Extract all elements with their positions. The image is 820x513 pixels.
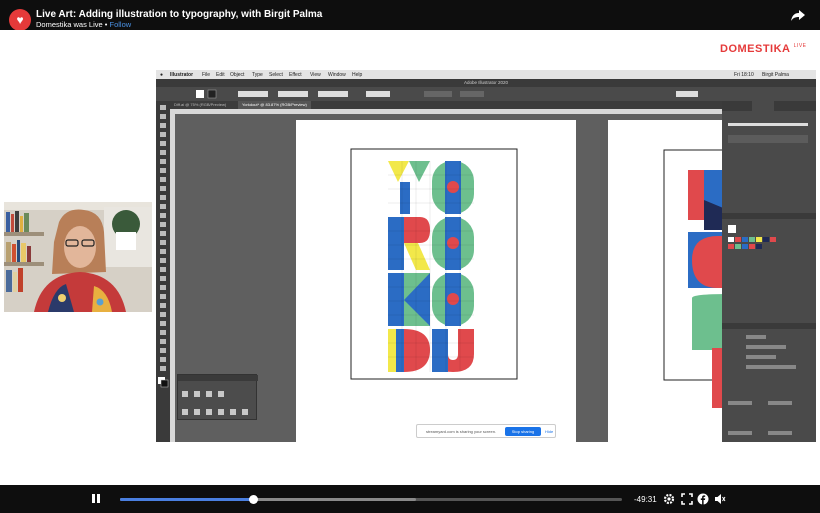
artboard-secondary[interactable]: [608, 120, 745, 442]
seek-bar[interactable]: [120, 495, 622, 504]
time-remaining: -49:31: [634, 495, 657, 504]
tab-diff[interactable]: Diff.ai @ 75% (RGB/Preview): [170, 101, 230, 109]
control-bar[interactable]: [156, 87, 816, 101]
live-badge: LIVE: [793, 43, 807, 49]
channel-status: Domestika was Live: [36, 20, 103, 29]
menu-select[interactable]: Select: [269, 72, 283, 78]
seek-thumb[interactable]: [249, 495, 259, 504]
video-header: ♥ Live Art: Adding illustration to typog…: [0, 0, 820, 31]
share-icon[interactable]: [790, 7, 806, 23]
menu-view[interactable]: View: [310, 72, 321, 78]
menu-help[interactable]: Help: [352, 72, 362, 78]
settings-gear-icon[interactable]: [663, 493, 675, 505]
channel-avatar[interactable]: ♥: [9, 9, 31, 31]
stop-sharing-button[interactable]: Stop sharing: [505, 427, 541, 436]
volume-icon[interactable]: [714, 493, 726, 505]
menu-type[interactable]: Type: [252, 72, 263, 78]
tab-yorkdout[interactable]: Yorkdout* @ 83.87% (RGB/Preview): [238, 101, 311, 109]
ai-window-title: Adobe Illustrator 2020: [156, 79, 816, 87]
artboard-main[interactable]: [296, 120, 576, 442]
domestika-heart-icon: ♥: [16, 13, 24, 27]
hide-button[interactable]: Hide: [545, 429, 553, 434]
menu-effect[interactable]: Effect: [289, 72, 302, 78]
webcam-feed: [4, 202, 152, 312]
pause-icon[interactable]: [91, 493, 101, 504]
artwork-yorokodu[interactable]: [388, 161, 474, 372]
pathfinder-panel[interactable]: [177, 374, 258, 420]
video-title[interactable]: Live Art: Adding illustration to typogra…: [36, 9, 322, 20]
illustrator-window[interactable]: ● Illustrator File Edit Object Type Sele…: [156, 70, 816, 442]
player-controls: -49:31: [0, 485, 820, 513]
right-panels[interactable]: [722, 101, 816, 442]
menu-window[interactable]: Window: [328, 72, 346, 78]
mac-menubar: ● Illustrator File Edit Object Type Sele…: [156, 70, 816, 79]
brand-name: DOMESTIKA: [720, 43, 791, 55]
video-subtitle: Domestika was Live • Follow: [36, 20, 132, 29]
tools-panel[interactable]: [156, 101, 170, 442]
menu-edit[interactable]: Edit: [216, 72, 225, 78]
menu-illustrator[interactable]: Illustrator: [170, 72, 193, 78]
menu-file[interactable]: File: [202, 72, 210, 78]
follow-link[interactable]: Follow: [110, 20, 132, 29]
domestika-logo: DOMESTIKA LIVE: [720, 43, 807, 55]
menubar-user[interactable]: Birgit Palma: [762, 72, 789, 78]
facebook-icon[interactable]: [697, 493, 709, 505]
document-tabs[interactable]: Diff.ai @ 75% (RGB/Preview) Yorkdout* @ …: [170, 101, 722, 109]
fullscreen-icon[interactable]: [681, 493, 693, 505]
screen-share-bar: streamyard.com is sharing your screen. S…: [416, 424, 556, 438]
apple-icon[interactable]: ●: [160, 72, 163, 78]
menubar-clock: Fri 18:10: [734, 71, 754, 78]
seek-progress: [120, 498, 254, 501]
menu-object[interactable]: Object: [230, 72, 244, 78]
share-message: streamyard.com is sharing your screen.: [426, 429, 497, 434]
